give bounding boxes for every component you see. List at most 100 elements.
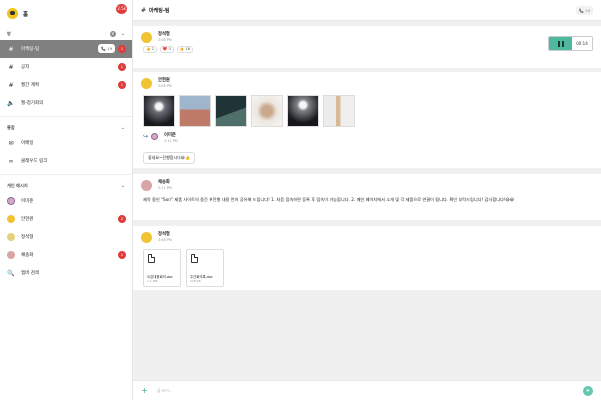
message-input[interactable]: 글 쓰기... [157,388,172,394]
image-thumbnail[interactable] [215,95,247,127]
workspace-name: 홈 [23,11,29,18]
document-icon [148,254,155,263]
avatar[interactable] [141,78,152,89]
link-icon: ∞ [8,157,14,165]
message-card: 정석형 3:46 PM 오픈대응회의.doc 1.1 MB 주간회의록.doc … [133,226,601,290]
section-rooms[interactable]: 방 × ⌄ [0,27,132,40]
hash-icon: # [8,45,14,53]
sidebar-item-label: 월-정기회의 [21,101,44,106]
image-gallery [143,95,593,127]
file-attachment[interactable]: 주간회의록.doc 128 KB [186,249,224,287]
sidebar-item-marketing-team[interactable]: # 마케팅-팀 📞 19 1 [0,40,132,58]
file-attachment[interactable]: 오픈대응회의.doc 1.1 MB [143,249,181,287]
workspace-badge: 2.5k [116,4,127,14]
avatar [7,197,15,205]
sidebar-item-monthly-meeting[interactable]: 🔈 월-정기회의 [0,94,132,112]
message-card: 정석형 2:08 PM 👍 2 ❤️ 3 👍 18 00:14 [133,26,601,68]
chevron-down-icon[interactable]: ⌄ [121,31,125,37]
workspace-header[interactable]: 홈 2.5k [0,0,132,27]
sidebar-item-label: 클래우드 링크 [21,159,48,164]
voice-duration: 00:14 [572,37,592,50]
sidebar-item-monthly-plan[interactable]: # 월간 계획 1 [0,76,132,94]
sidebar: 홈 2.5k 방 × ⌄ # 마케팅-팀 📞 19 1 # 공지 1 # 월간 계… [0,0,133,400]
sidebar-item-label: 이미준 [21,199,34,204]
image-thumbnail[interactable] [287,95,319,127]
image-thumbnail[interactable] [179,95,211,127]
thread-reply[interactable]: ↪ 이미준 2:11 PM [143,133,593,144]
voice-message: 00:14 [548,36,593,51]
section-integrations[interactable]: 통합 ⌄ [0,121,132,134]
sidebar-item-email[interactable]: ✉ 이메일 [0,134,132,152]
reaction-chip[interactable]: ❤️ 3 [159,46,174,53]
reply-time: 2:11 PM [164,139,178,143]
file-attachments: 오픈대응회의.doc 1.1 MB 주간회의록.doc 128 KB [143,249,593,287]
reaction-chip[interactable]: 👍 18 [176,46,194,53]
sidebar-item-label: 안현원 [21,217,34,222]
chevron-down-icon[interactable]: ⌄ [121,183,125,189]
section-direct-label: 개인 메시지 [7,182,28,188]
sidebar-item-dm-1[interactable]: 이미준 [0,192,132,210]
divider [0,116,132,117]
message-composer: + 글 쓰기... ➤ [133,380,601,400]
image-thumbnail[interactable] [323,95,355,127]
send-button[interactable]: ➤ [583,386,593,396]
avatar[interactable] [141,232,152,243]
unread-badge: 1 [118,81,126,89]
sidebar-item-label: 채송화 [21,253,34,258]
message-text: 제작 중인 "Sori" 제품 사이트의 중간 #진행 내용 먼저 공유해 드립… [143,197,515,202]
message-time: 2:08 PM [158,84,172,88]
mail-icon: ✉ [8,139,14,147]
section-integrations-label: 통합 [7,124,15,130]
reaction-list: 👍 2 ❤️ 3 👍 18 [143,46,593,53]
document-icon [191,254,198,263]
avatar[interactable] [141,32,152,43]
sidebar-item-label: 공지 [21,65,30,70]
avatar [7,251,15,259]
reply-bubble: 좋네요~진행합시다😀👍 [143,152,195,164]
sidebar-item-notice[interactable]: # 공지 1 [0,58,132,76]
sidebar-item-dm-3[interactable]: 정석형 [0,228,132,246]
speaker-icon: 🔈 [7,99,15,107]
unread-badge: 1 [118,251,126,259]
chevron-down-icon[interactable]: ⌄ [121,125,125,131]
sidebar-item-label: 이메일 [21,141,34,146]
divider [0,174,132,175]
reply-arrow-icon: ↪ [143,133,149,140]
pause-icon [557,40,560,47]
file-size: 1.1 MB [147,279,158,283]
message-time: 2:08 PM [158,38,172,42]
unread-badge: 2 [118,215,126,223]
sidebar-item-cloud-link[interactable]: ∞ 클래우드 링크 [0,152,132,170]
pause-button[interactable] [549,37,572,50]
avatar [7,233,15,241]
app-window: 홈 2.5k 방 × ⌄ # 마케팅-팀 📞 19 1 # 공지 1 # 월간 계… [0,0,601,400]
channel-title: 마케팅-팀 [149,7,170,14]
clear-icon[interactable]: × [109,30,116,37]
sidebar-item-label: 마케팅-팀 [21,47,40,52]
image-thumbnail[interactable] [251,95,283,127]
search-icon: 🔍 [7,269,15,277]
hash-icon: # [141,6,147,14]
sidebar-item-dm-4[interactable]: 채송화 1 [0,246,132,264]
section-direct-messages[interactable]: 개인 메시지 ⌄ [0,179,132,192]
member-search-button[interactable]: 🔍 멤버 검색 [0,264,132,282]
reaction-chip[interactable]: 👍 2 [143,46,157,53]
chat-main: # 마케팅-팀 📞 19 정석형 2:08 PM 👍 2 ❤️ 3 👍 18 0… [133,0,601,400]
image-thumbnail[interactable] [143,95,175,127]
message-card: 안현원 2:08 PM ↪ 이미준 2:11 PM 좋네요~진행합시다😀👍 [133,72,601,168]
sidebar-item-dm-2[interactable]: 안현원 2 [0,210,132,228]
sidebar-item-label: 월간 계획 [21,83,39,88]
call-count-pill[interactable]: 📞 19 [576,6,593,15]
message-time: 3:46 PM [158,238,172,242]
message-card: 채송화 3:11 PM 제작 중인 "Sori" 제품 사이트의 중간 #진행 … [133,174,601,220]
hash-icon: # [8,81,14,89]
file-size: 128 KB [190,279,201,283]
unread-badge: 1 [118,63,126,71]
call-count-pill[interactable]: 📞 19 [98,44,115,53]
hash-icon: # [8,63,14,71]
section-rooms-label: 방 [7,30,11,36]
avatar[interactable] [141,180,152,191]
add-attachment-button[interactable]: + [141,386,151,395]
avatar [7,215,15,223]
member-search-label: 멤버 검색 [21,271,39,276]
